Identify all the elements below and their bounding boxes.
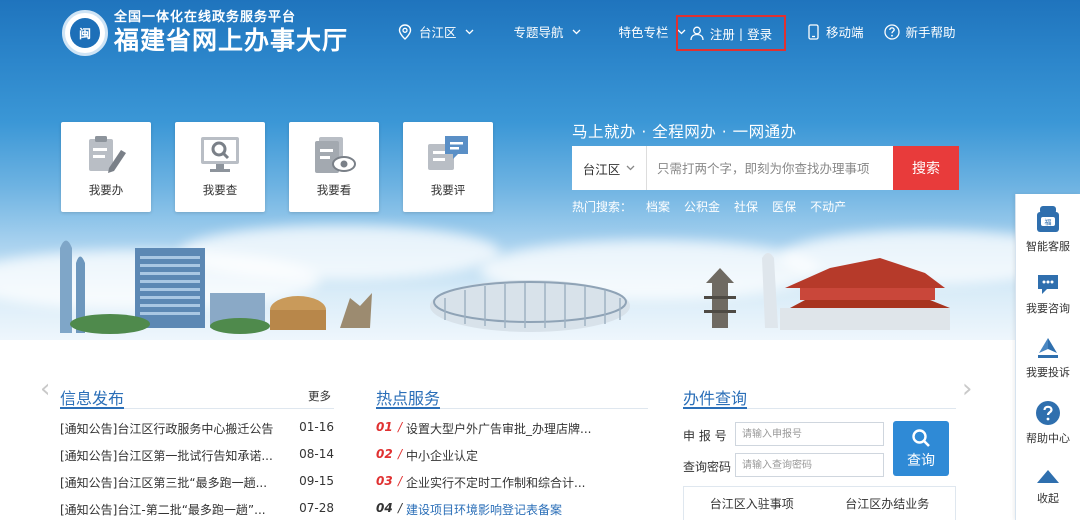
help-circle-icon [1036,401,1060,425]
chevron-down-icon [465,29,473,34]
hot-service-item[interactable]: 01 / 设置大型户外广告审批_办理店牌... [376,420,648,447]
consult-button[interactable]: 我要咨询 [1016,272,1080,316]
help-link[interactable]: 新手帮助 [883,22,956,41]
hot-service-item[interactable]: 04 / 建设项目环境影响登记表备案 [376,501,648,520]
chevron-down-icon [572,29,580,34]
document-eye-icon [315,137,356,173]
news-item[interactable]: [通知公告]台江区第三批“最多跑一趟... 09-15 [60,474,334,501]
nav-topics[interactable]: 专题导航 [514,22,581,41]
collapse-button[interactable]: 收起 [1016,468,1080,506]
clipboard-pen-icon [89,136,126,173]
news-item[interactable]: [通知公告]台江区第一批试行告知承诺... 08-14 [60,447,334,474]
slogan: 马上就办 · 全程网办 · 一网通办 [572,123,797,141]
title-underline [683,407,747,409]
site-logo[interactable]: 闽 全国一体化在线政务服务平台 福建省网上办事大厅 [62,10,348,56]
search-button[interactable]: 搜索 [893,146,959,190]
smart-service-button[interactable]: 福 智能客服 [1016,204,1080,254]
search-icon [912,428,930,447]
carousel-prev-arrow[interactable]: ‹ [40,374,50,404]
hot-search-term[interactable]: 医保 [772,198,796,215]
top-nav-right: 移动端 新手帮助 [808,22,956,41]
top-nav: 台江区 专题导航 特色专栏 [398,22,686,41]
complaint-button[interactable]: 我要投诉 [1016,336,1080,380]
user-icon [690,26,704,40]
logo-title: 福建省网上办事大厅 [114,26,349,55]
hot-service-item[interactable]: 03 / 企业实行不定时工作制和综合计... [376,474,648,501]
carousel-next-arrow[interactable]: › [962,374,972,404]
hot-searches: 热门搜索： 档案 公积金 社保 医保 不动产 [572,198,847,215]
hot-search-term[interactable]: 档案 [646,198,670,215]
region-label: 台江区 [419,25,457,40]
tile-i-want-to-query[interactable]: 我要查 [175,122,265,212]
hot-service-item[interactable]: 02 / 中小企业认定 [376,447,648,474]
monitor-search-icon [201,137,239,172]
apply-no-label: 申 报 号 [683,429,727,443]
hot-search-term[interactable]: 不动产 [810,198,846,215]
query-button[interactable]: 查询 [893,421,949,476]
chevron-down-icon [626,165,635,171]
floating-sidebar: 福 智能客服 我要咨询 我要投诉 帮助中心 收起 [1015,194,1080,520]
register-login-box[interactable]: 注册 | 登录 [676,15,786,51]
search-region-select[interactable]: 台江区 [572,146,647,190]
hot-services-title: 热点服务 [376,389,441,408]
tile-i-want-to-review[interactable]: 我要评 [403,122,493,212]
region-selector[interactable]: 台江区 [398,22,474,41]
question-circle-icon [883,23,900,40]
hot-search-term[interactable]: 社保 [734,198,758,215]
paper-plane-icon [1038,338,1058,358]
city-skyline-illustration [60,240,950,334]
tile-i-want-to-handle[interactable]: 我要办 [61,122,151,212]
help-center-button[interactable]: 帮助中心 [1016,400,1080,446]
search-input[interactable] [647,146,893,190]
title-underline [60,407,124,409]
apply-no-input[interactable] [735,422,884,446]
location-pin-icon [398,23,412,40]
query-tabs: 台江区入驻事项 台江区办结业务 [683,486,956,520]
logo-subtitle: 全国一体化在线政务服务平台 [114,10,297,25]
query-password-label: 查询密码 [683,460,732,474]
tile-i-want-to-view[interactable]: 我要看 [289,122,379,212]
tab-settled-items[interactable]: 台江区入驻事项 [684,495,820,512]
news-section-title: 信息发布 [60,389,125,408]
news-more-link[interactable]: 更多 [308,388,331,404]
chat-comment-icon [428,136,468,170]
query-section-title: 办件查询 [683,389,748,408]
robot-icon: 福 [1037,206,1059,232]
svg-text:福: 福 [1045,218,1052,227]
tab-completed-business[interactable]: 台江区办结业务 [820,495,956,512]
register-link[interactable]: 注册 [710,24,735,43]
mobile-phone-icon [808,23,819,40]
news-item[interactable]: [通知公告]台江-第二批“最多跑一趟”... 07-28 [60,501,334,520]
search-bar: 台江区 搜索 [572,146,959,190]
mobile-link[interactable]: 移动端 [808,22,864,41]
news-list: [通知公告]台江区行政服务中心搬迁公告 01-16 [通知公告]台江区第一批试行… [60,420,334,520]
chat-bubble-icon [1038,275,1058,294]
title-underline [376,407,440,409]
emblem-icon: 闽 [62,10,108,56]
hot-search-term[interactable]: 公积金 [684,198,720,215]
news-item[interactable]: [通知公告]台江区行政服务中心搬迁公告 01-16 [60,420,334,447]
hot-services-list: 01 / 设置大型户外广告审批_办理店牌... 02 / 中小企业认定 03 /… [376,420,648,520]
login-link[interactable]: 登录 [747,24,772,43]
query-password-input[interactable] [735,453,884,477]
collapse-up-icon [1037,470,1059,483]
